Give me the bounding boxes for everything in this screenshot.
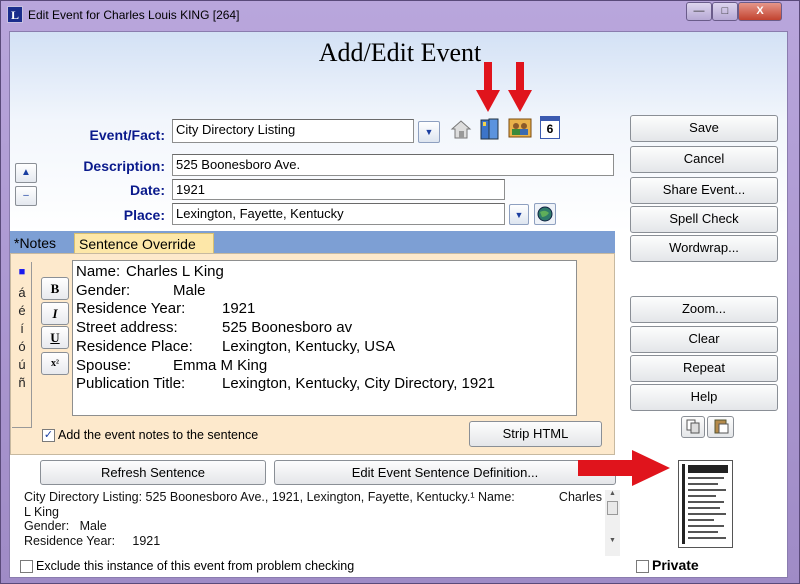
home-address-icon[interactable] <box>449 117 473 141</box>
tab-notes[interactable]: *Notes <box>10 233 72 253</box>
date-input[interactable]: 1921 <box>172 179 505 200</box>
notes-editor[interactable]: Name: Charles L King Gender: Male Residenc… <box>72 260 577 416</box>
note-line: Name: Charles L King <box>76 263 224 280</box>
save-button[interactable]: Save <box>630 115 778 142</box>
move-down-button[interactable]: – <box>15 186 37 206</box>
cancel-button[interactable]: Cancel <box>630 146 778 173</box>
title-bar[interactable]: L Edit Event for Charles Louis KING [264… <box>0 0 800 30</box>
place-dropdown-button[interactable]: ▼ <box>509 204 529 225</box>
italic-button[interactable]: I <box>41 302 69 325</box>
note-line: Publication Title: Lexington, Kentucky, C… <box>76 375 495 393</box>
note-line: Residence Place: Lexington, Kentucky, USA <box>76 337 396 355</box>
edit-sentence-definition-button[interactable]: Edit Event Sentence Definition... <box>274 460 616 485</box>
tab-sentence-override[interactable]: Sentence Override <box>74 233 214 253</box>
media-album-icon[interactable] <box>508 117 532 139</box>
close-button[interactable]: X <box>738 2 782 21</box>
event-fact-select[interactable]: City Directory Listing <box>172 119 414 143</box>
help-button[interactable]: Help <box>630 384 778 411</box>
clear-button[interactable]: Clear <box>630 326 778 353</box>
note-line: Gender: Male <box>76 281 206 299</box>
share-event-button[interactable]: Share Event... <box>630 177 778 204</box>
zoom-button[interactable]: Zoom... <box>630 296 778 323</box>
exclude-checkbox[interactable] <box>20 560 33 573</box>
copy-icon[interactable] <box>681 416 705 438</box>
place-input[interactable]: Lexington, Fayette, Kentucky <box>172 203 505 225</box>
event-dropdown-button[interactable]: ▼ <box>418 121 440 143</box>
note-line: Residence Year: 1921 <box>76 300 256 318</box>
arrow-down-icon <box>476 62 500 112</box>
arrow-down-icon <box>508 62 532 112</box>
description-input[interactable]: 525 Boonesboro Ave. <box>172 154 614 176</box>
window-title: Edit Event for Charles Louis KING [264] <box>28 8 240 22</box>
annotation-arrow-right-icon <box>578 450 670 486</box>
note-line: Spouse: Emma M King <box>76 356 268 374</box>
exclude-label: Exclude this instance of this event from… <box>36 559 355 573</box>
app-icon: L <box>7 6 23 23</box>
globe-icon[interactable] <box>534 203 556 225</box>
paste-icon[interactable] <box>707 416 734 438</box>
wordwrap-button[interactable]: Wordwrap... <box>630 235 778 262</box>
accent-e-button[interactable]: é <box>14 303 30 318</box>
place-label: Place: <box>123 207 165 223</box>
accent-u-button[interactable]: ú <box>14 357 30 372</box>
media-thumbnail[interactable] <box>678 460 733 548</box>
underline-button[interactable]: U <box>41 326 69 349</box>
accent-a-button[interactable]: á <box>14 285 30 300</box>
date-label: Date: <box>129 182 165 198</box>
calendar-icon[interactable]: 6 <box>540 116 560 139</box>
private-label: Private <box>652 557 699 573</box>
event-fact-label: Event/Fact: <box>89 127 165 143</box>
sentence-scrollbar[interactable]: ▲ ▼ <box>605 490 620 556</box>
move-up-button[interactable]: ▲ <box>15 163 37 183</box>
accent-o-button[interactable]: ó <box>14 339 30 354</box>
spell-check-button[interactable]: Spell Check <box>630 206 778 233</box>
maximize-button[interactable]: □ <box>712 2 738 21</box>
accent-i-button[interactable]: í <box>14 321 30 336</box>
page-title: Add/Edit Event <box>318 38 482 67</box>
minimize-button[interactable]: — <box>686 2 712 21</box>
accent-n-button[interactable]: ñ <box>14 375 30 390</box>
strip-html-button[interactable]: Strip HTML <box>469 421 602 447</box>
annotation-arrows-down <box>476 62 532 112</box>
superscript-button[interactable]: x² <box>41 352 69 375</box>
refresh-sentence-button[interactable]: Refresh Sentence <box>40 460 266 485</box>
source-citation-icon[interactable] <box>478 116 502 141</box>
description-label: Description: <box>83 158 165 174</box>
repeat-button[interactable]: Repeat <box>630 355 778 382</box>
add-notes-checkbox[interactable]: ✓ <box>42 429 55 442</box>
bold-button[interactable]: B <box>41 277 69 300</box>
sentence-preview: City Directory Listing: 525 Boonesboro A… <box>24 490 602 548</box>
note-line: Street address: 525 Boonesboro av <box>76 319 353 337</box>
color-picker-button[interactable]: ■ <box>14 266 30 278</box>
private-checkbox[interactable] <box>636 560 649 573</box>
add-notes-label: Add the event notes to the sentence <box>58 428 259 442</box>
